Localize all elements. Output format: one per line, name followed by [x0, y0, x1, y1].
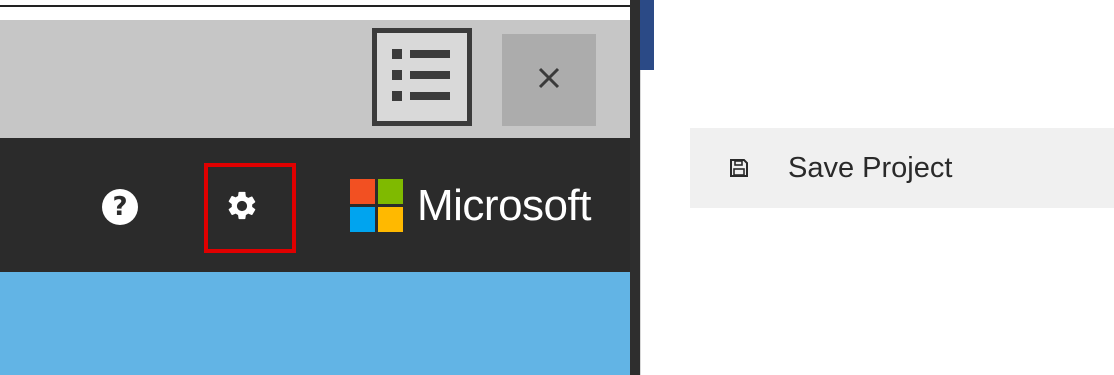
logo-square-blue — [350, 207, 375, 232]
window-top-border — [0, 0, 630, 7]
help-button[interactable]: ? — [102, 189, 138, 225]
window-right-border — [630, 0, 640, 375]
microsoft-logo: Microsoft — [350, 179, 591, 232]
close-button[interactable] — [502, 34, 596, 126]
logo-square-green — [378, 179, 403, 204]
app-window-crop: ? Microsoft — [0, 0, 654, 375]
save-project-label: Save Project — [788, 151, 953, 184]
background-window-edge — [638, 0, 654, 70]
gear-icon — [225, 189, 259, 228]
logo-square-red — [350, 179, 375, 204]
save-project-menu-item[interactable]: Save Project — [690, 128, 1114, 208]
logo-square-yellow — [378, 207, 403, 232]
screenshot-stage: ? Microsoft Save Project — [0, 0, 1114, 375]
list-view-button[interactable] — [372, 28, 472, 126]
content-area — [0, 272, 630, 375]
toolbar — [0, 20, 630, 138]
floppy-disk-icon — [728, 157, 750, 179]
close-icon — [536, 65, 562, 96]
help-icon: ? — [112, 192, 128, 222]
microsoft-logo-icon — [350, 179, 403, 232]
list-view-icon — [390, 45, 454, 110]
brand-name: Microsoft — [417, 180, 591, 230]
app-header: ? Microsoft — [0, 138, 630, 272]
settings-button[interactable] — [221, 187, 263, 229]
window-gap — [640, 70, 654, 375]
